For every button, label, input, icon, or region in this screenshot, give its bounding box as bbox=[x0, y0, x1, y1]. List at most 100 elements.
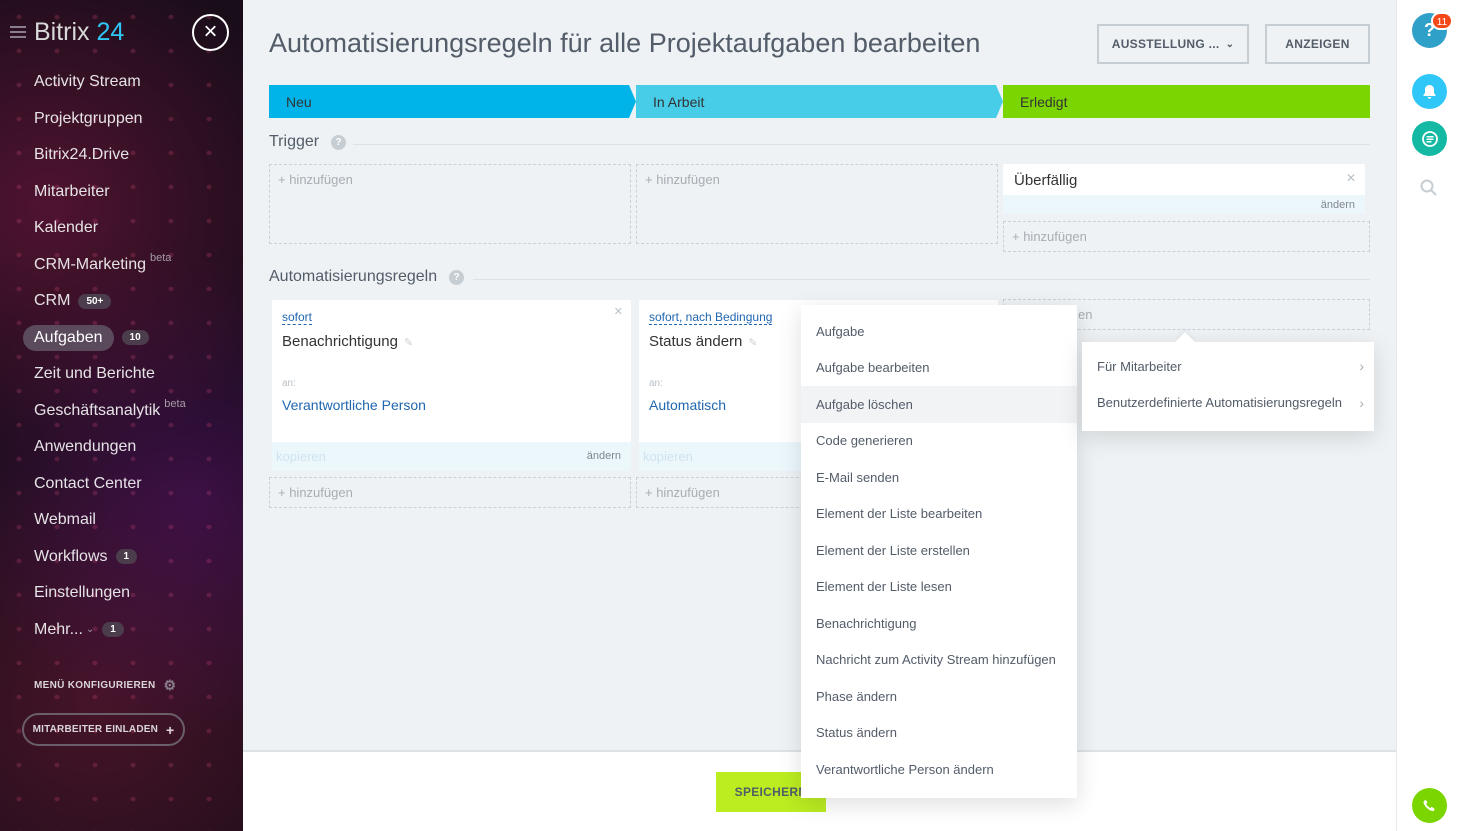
add-rule-link[interactable]: + hinzufügen bbox=[278, 485, 353, 500]
rules-title: Automatisierungsregeln bbox=[269, 268, 438, 285]
pencil-icon[interactable]: ✎ bbox=[748, 337, 757, 349]
notification-badge: 11 bbox=[1431, 12, 1453, 30]
menu-item-benachrichtigung[interactable]: Benachrichtigung bbox=[801, 605, 1077, 642]
pencil-icon[interactable]: ✎ bbox=[404, 337, 413, 349]
menu-item-email-senden[interactable]: E-Mail senden bbox=[801, 459, 1077, 496]
invite-label: MITARBEITER EINLADEN bbox=[32, 724, 159, 735]
sidebar-item-anwendungen[interactable]: Anwendungen bbox=[0, 429, 243, 466]
menu-item-phase-aendern[interactable]: Phase ändern bbox=[801, 678, 1077, 715]
bell-icon[interactable] bbox=[1412, 74, 1447, 109]
logo-number: 24 bbox=[96, 18, 125, 46]
count-badge: 50+ bbox=[78, 293, 112, 309]
logo[interactable]: Bitrix 24 bbox=[34, 18, 124, 47]
sidebar-item-kalender[interactable]: Kalender bbox=[0, 210, 243, 247]
chat-icon[interactable] bbox=[1412, 121, 1447, 156]
rule-condition-link[interactable]: sofort, nach Bedingung bbox=[649, 310, 773, 325]
stage-in-arbeit[interactable]: In Arbeit bbox=[636, 85, 1003, 118]
menu-item-aufgabe[interactable]: Aufgabe bbox=[801, 313, 1077, 350]
add-trigger-link[interactable]: + hinzufügen bbox=[278, 172, 353, 187]
trigger-card-footer bbox=[1003, 195, 1365, 214]
show-button[interactable]: ANZEIGEN bbox=[1265, 24, 1370, 64]
menu-item-list-element-edit[interactable]: Element der Liste bearbeiten bbox=[801, 496, 1077, 533]
phone-icon[interactable] bbox=[1412, 788, 1447, 823]
stage-neu[interactable]: Neu bbox=[269, 85, 636, 118]
sidebar-item-mitarbeiter[interactable]: Mitarbeiter bbox=[0, 174, 243, 211]
menu-item-code-generieren[interactable]: Code generieren bbox=[801, 423, 1077, 460]
stage-erledigt[interactable]: Erledigt bbox=[1003, 85, 1370, 118]
count-badge: 10 bbox=[121, 330, 149, 346]
partial-add-rule-link[interactable]: en bbox=[1078, 307, 1092, 322]
sidebar-item-crm-marketing[interactable]: CRM-Marketing beta bbox=[0, 247, 243, 284]
edit-rule-link[interactable]: ändern bbox=[587, 450, 621, 462]
sidebar-item-activity-stream[interactable]: Activity Stream bbox=[0, 64, 243, 101]
add-trigger-link[interactable]: + hinzufügen bbox=[1012, 229, 1087, 244]
plus-icon: + bbox=[166, 721, 175, 738]
sidebar-item-label: CRM bbox=[34, 292, 71, 310]
menu-item-activity-stream-message[interactable]: Nachricht zum Activity Stream hinzufügen bbox=[801, 642, 1077, 679]
rule-recipient[interactable]: Verantwortliche Person bbox=[282, 397, 426, 413]
help-icon[interactable]: ? bbox=[331, 134, 347, 150]
left-sidebar: Bitrix 24 × Activity Stream Projektgrupp… bbox=[0, 0, 243, 831]
chevron-down-icon: ⌄ bbox=[85, 624, 95, 636]
trigger-title: Trigger bbox=[269, 133, 320, 150]
exhibition-dropdown-button[interactable]: AUSSTELLUNG ... ⌄ bbox=[1097, 24, 1249, 64]
sidebar-item-mehr[interactable]: Mehr... ⌄ 1 bbox=[0, 612, 243, 649]
sidebar-item-einstellungen[interactable]: Einstellungen bbox=[0, 575, 243, 612]
close-icon[interactable]: ✕ bbox=[1346, 171, 1356, 185]
menu-item-list-element-read[interactable]: Element der Liste lesen bbox=[801, 569, 1077, 606]
sidebar-item-label: Projektgruppen bbox=[34, 109, 143, 127]
chevron-right-icon: › bbox=[1359, 394, 1364, 411]
menu-item-status-aendern[interactable]: Status ändern bbox=[801, 715, 1077, 752]
sidebar-item-workflows[interactable]: Workflows 1 bbox=[0, 539, 243, 576]
sidebar-item-webmail[interactable]: Webmail bbox=[0, 502, 243, 539]
trigger-name: Überfällig bbox=[1014, 172, 1078, 189]
gear-icon: ⚙ bbox=[163, 677, 177, 693]
chevron-right-icon: › bbox=[1359, 358, 1364, 375]
menu-icon[interactable] bbox=[10, 26, 26, 38]
invite-employees-button[interactable]: MITARBEITER EINLADEN + bbox=[22, 713, 185, 746]
help-icon[interactable]: ? bbox=[449, 269, 465, 285]
menu-item-list-element-create[interactable]: Element der Liste erstellen bbox=[801, 532, 1077, 569]
right-rail: ? 11 bbox=[1396, 0, 1460, 831]
sidebar-item-geschaeftsanalytik[interactable]: Geschäftsanalytik beta bbox=[0, 393, 243, 430]
chevron-down-icon: ⌄ bbox=[1225, 38, 1235, 50]
page-title: Automatisierungsregeln für alle Projekta… bbox=[269, 28, 981, 58]
count-badge: 1 bbox=[102, 622, 124, 638]
menu-item-responsible-change[interactable]: Verantwortliche Person ändern bbox=[801, 751, 1077, 788]
rules-section-title: Automatisierungsregeln ? bbox=[269, 268, 465, 286]
rule-card-notification[interactable]: sofort ✕ Benachrichtigung ✎ an: Verantwor… bbox=[272, 300, 631, 471]
sidebar-menu: Activity Stream Projektgruppen Bitrix24.… bbox=[0, 64, 243, 648]
sidebar-item-label: Aufgaben bbox=[23, 324, 114, 351]
rule-to-label: an: bbox=[282, 378, 296, 389]
rule-to-label: an: bbox=[649, 378, 663, 389]
submenu-item-label: Benutzerdefinierte Automatisierungsregel… bbox=[1097, 395, 1342, 411]
rule-title-wrap: Benachrichtigung ✎ bbox=[282, 333, 413, 350]
sidebar-item-crm[interactable]: CRM 50+ bbox=[0, 283, 243, 320]
menu-item-aufgabe-loeschen[interactable]: Aufgabe löschen bbox=[801, 386, 1077, 423]
rule-condition-link[interactable]: sofort bbox=[282, 310, 313, 325]
sidebar-item-label: Mitarbeiter bbox=[34, 182, 110, 200]
sidebar-item-drive[interactable]: Bitrix24.Drive bbox=[0, 137, 243, 174]
sidebar-item-contact-center[interactable]: Contact Center bbox=[0, 466, 243, 503]
copy-link[interactable]: kopieren bbox=[643, 449, 693, 464]
add-rule-link[interactable]: + hinzufügen bbox=[645, 485, 720, 500]
sidebar-item-label: Activity Stream bbox=[34, 73, 141, 91]
edit-trigger-link[interactable]: ändern bbox=[1321, 199, 1355, 211]
sidebar-item-projektgruppen[interactable]: Projektgruppen bbox=[0, 101, 243, 138]
add-trigger-link[interactable]: + hinzufügen bbox=[645, 172, 720, 187]
sidebar-item-zeit-und-berichte[interactable]: Zeit und Berichte bbox=[0, 356, 243, 393]
trigger-card-overdue[interactable]: Überfällig ✕ ändern bbox=[1003, 164, 1365, 214]
rule-recipient[interactable]: Automatisch bbox=[649, 397, 726, 413]
close-icon[interactable]: × bbox=[192, 14, 229, 51]
search-icon[interactable] bbox=[1419, 178, 1439, 198]
submenu-item-custom-rules[interactable]: Benutzerdefinierte Automatisierungsregel… bbox=[1082, 385, 1374, 422]
menu-item-aufgabe-bearbeiten[interactable]: Aufgabe bearbeiten bbox=[801, 350, 1077, 387]
copy-link[interactable]: kopieren bbox=[276, 449, 326, 464]
sidebar-item-aufgaben[interactable]: Aufgaben 10 bbox=[0, 320, 243, 357]
configure-menu-link[interactable]: MENÜ KONFIGURIEREN ⚙ bbox=[34, 677, 176, 694]
submenu-item-label: Für Mitarbeiter bbox=[1097, 358, 1182, 374]
logo-text: Bitrix bbox=[34, 18, 90, 46]
submenu-item-for-employees[interactable]: Für Mitarbeiter › bbox=[1082, 348, 1374, 385]
close-icon[interactable]: ✕ bbox=[614, 305, 623, 318]
show-label: ANZEIGEN bbox=[1285, 37, 1350, 51]
